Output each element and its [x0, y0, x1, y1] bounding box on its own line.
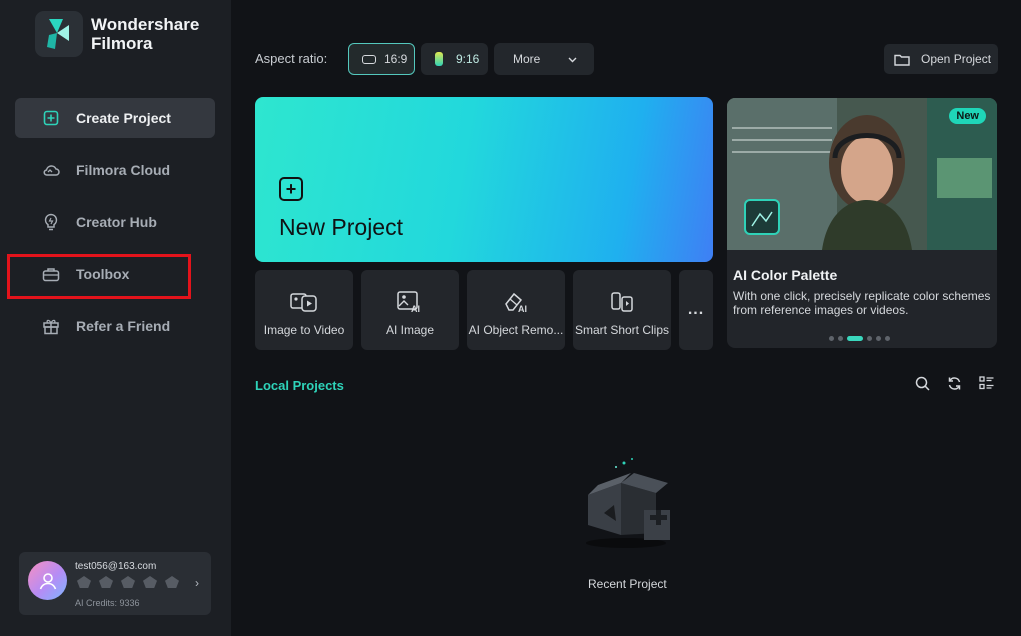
badge-icon — [99, 576, 113, 588]
search-icon[interactable] — [914, 375, 930, 391]
brand[interactable]: Wondershare Filmora — [35, 11, 199, 57]
carousel-dots — [829, 336, 890, 341]
carousel-dot-active[interactable] — [847, 336, 863, 341]
lightbulb-icon — [42, 213, 60, 231]
user-credits: AI Credits: 9336 — [75, 598, 140, 608]
tool-label: AI Object Remo... — [468, 323, 564, 337]
main-panel: Aspect ratio: 16:9 9:16 More Open Projec… — [231, 0, 1021, 636]
tool-label: Smart Short Clips — [574, 323, 670, 337]
sidebar-item-label: Filmora Cloud — [76, 162, 171, 178]
carousel-dot[interactable] — [885, 336, 890, 341]
brand-line-1: Wondershare — [91, 15, 200, 34]
tool-label: AI Image — [385, 323, 435, 337]
plus-square-icon — [42, 109, 60, 127]
brand-line-2: Filmora — [91, 34, 153, 53]
open-project-button[interactable]: Open Project — [884, 44, 998, 74]
user-email: test056@163.com — [75, 561, 157, 572]
sidebar-item-filmora-cloud[interactable]: Filmora Cloud — [15, 150, 215, 190]
local-projects-title[interactable]: Local Projects — [255, 378, 344, 393]
tool-ai-object-remover[interactable]: AI AI Object Remo... — [467, 270, 565, 350]
aspect-ratio-label: Aspect ratio: — [255, 51, 328, 66]
ai-eraser-icon: AI — [502, 290, 530, 314]
landscape-icon — [362, 54, 376, 64]
open-project-label: Open Project — [921, 52, 992, 66]
sidebar-item-toolbox[interactable]: Toolbox — [15, 254, 215, 294]
aspect-16-9-button[interactable]: 16:9 — [348, 43, 415, 75]
promo-description: With one click, precisely replicate colo… — [733, 289, 991, 317]
tool-smart-short-clips[interactable]: Smart Short Clips — [573, 270, 671, 350]
promo-title: AI Color Palette — [733, 267, 838, 283]
toolbox-icon — [42, 265, 60, 283]
svg-text:AI: AI — [518, 304, 527, 313]
sidebar-nav: Create Project Filmora Cloud Creator Hub… — [15, 98, 215, 358]
badge-icon — [121, 576, 135, 588]
user-badges — [77, 576, 179, 588]
cloud-icon — [42, 161, 60, 179]
new-project-card[interactable]: + New Project — [255, 97, 713, 262]
sidebar-item-label: Creator Hub — [76, 214, 157, 230]
carousel-dot[interactable] — [876, 336, 881, 341]
image-to-video-icon — [290, 290, 318, 314]
sidebar-item-label: Toolbox — [76, 266, 130, 282]
ai-image-icon: AI — [396, 290, 424, 314]
badge-icon — [143, 576, 157, 588]
badge-icon — [165, 576, 179, 588]
carousel-dot[interactable] — [867, 336, 872, 341]
chevron-right-icon: › — [195, 576, 199, 590]
user-card[interactable]: test056@163.com AI Credits: 9336 › — [19, 552, 211, 615]
aspect-option-label: 9:16 — [456, 52, 480, 66]
chevron-down-icon — [568, 52, 577, 66]
user-icon — [39, 572, 56, 589]
gift-icon — [42, 317, 60, 335]
badge-icon — [77, 576, 91, 588]
sidebar-item-refer-a-friend[interactable]: Refer a Friend — [15, 306, 215, 346]
portrait-icon — [435, 52, 443, 66]
carousel-dot[interactable] — [838, 336, 843, 341]
aspect-option-label: 16:9 — [384, 52, 408, 66]
sidebar: Wondershare Filmora Create Project Filmo… — [0, 0, 231, 636]
quick-tools: Image to Video AI AI Image AI AI Object … — [255, 270, 713, 350]
local-projects-toolbar — [914, 375, 994, 391]
sidebar-item-label: Refer a Friend — [76, 318, 171, 334]
brand-name: Wondershare Filmora — [91, 15, 199, 53]
more-label: More — [513, 52, 541, 66]
sidebar-item-creator-hub[interactable]: Creator Hub — [15, 202, 215, 242]
plus-icon: + — [279, 177, 303, 201]
svg-text:AI: AI — [411, 304, 420, 313]
sidebar-item-label: Create Project — [76, 110, 171, 126]
aspect-9-16-button[interactable]: 9:16 — [421, 43, 488, 75]
refresh-icon[interactable] — [946, 375, 962, 391]
list-view-icon[interactable] — [978, 375, 994, 391]
more-tools-button[interactable]: ... — [679, 270, 713, 350]
folder-icon — [894, 53, 910, 66]
aspect-more-dropdown[interactable]: More — [494, 43, 594, 75]
tool-ai-image[interactable]: AI AI Image — [361, 270, 459, 350]
avatar — [28, 561, 67, 600]
tool-label: Image to Video — [263, 323, 345, 337]
promo-card[interactable]: New AI Color Palette With one click, pre… — [727, 98, 997, 348]
new-project-title: New Project — [279, 214, 403, 240]
sidebar-item-create-project[interactable]: Create Project — [15, 98, 215, 138]
promo-image: New — [727, 98, 997, 250]
new-badge: New — [949, 108, 986, 124]
tool-image-to-video[interactable]: Image to Video — [255, 270, 353, 350]
smart-clips-icon — [608, 290, 636, 314]
empty-box-illustration — [576, 455, 676, 550]
empty-state-label: Recent Project — [588, 577, 667, 591]
filmora-logo-icon — [35, 11, 83, 57]
carousel-dot[interactable] — [829, 336, 834, 341]
